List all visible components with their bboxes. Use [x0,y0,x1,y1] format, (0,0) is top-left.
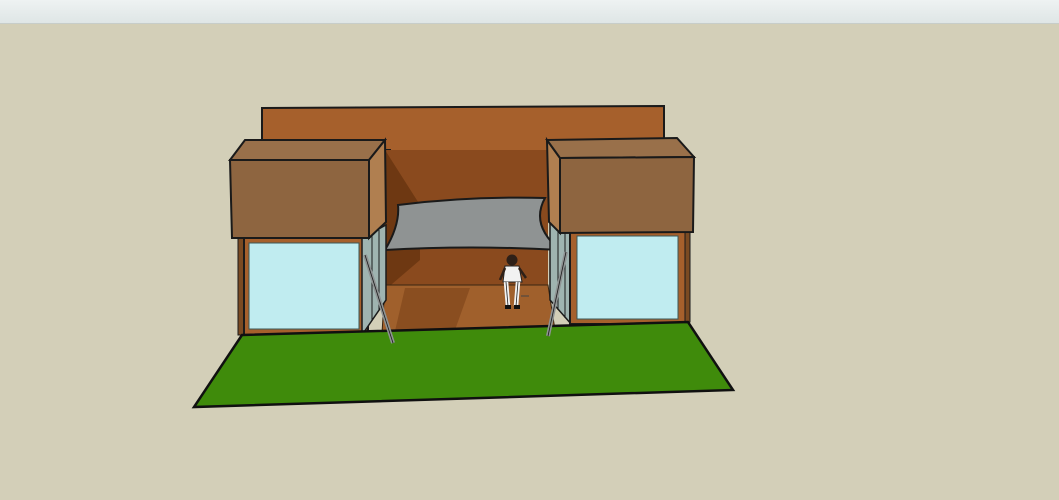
right-wall-strip [684,231,691,325]
left-box-front[interactable] [228,159,370,239]
grass-lawn[interactable] [191,320,736,409]
building-model[interactable] [0,24,1059,500]
shade-sail[interactable] [383,196,563,252]
left-pavilion[interactable] [228,137,388,338]
left-box-top[interactable] [228,139,388,161]
3d-viewport[interactable] [0,24,1059,500]
right-box-front[interactable] [559,155,696,235]
right-glass-panel[interactable] [576,235,679,320]
toolbar-strip [0,0,1059,24]
left-glass-panel[interactable] [248,242,360,330]
right-pavilion[interactable] [545,136,697,327]
right-box-top[interactable] [545,136,697,160]
